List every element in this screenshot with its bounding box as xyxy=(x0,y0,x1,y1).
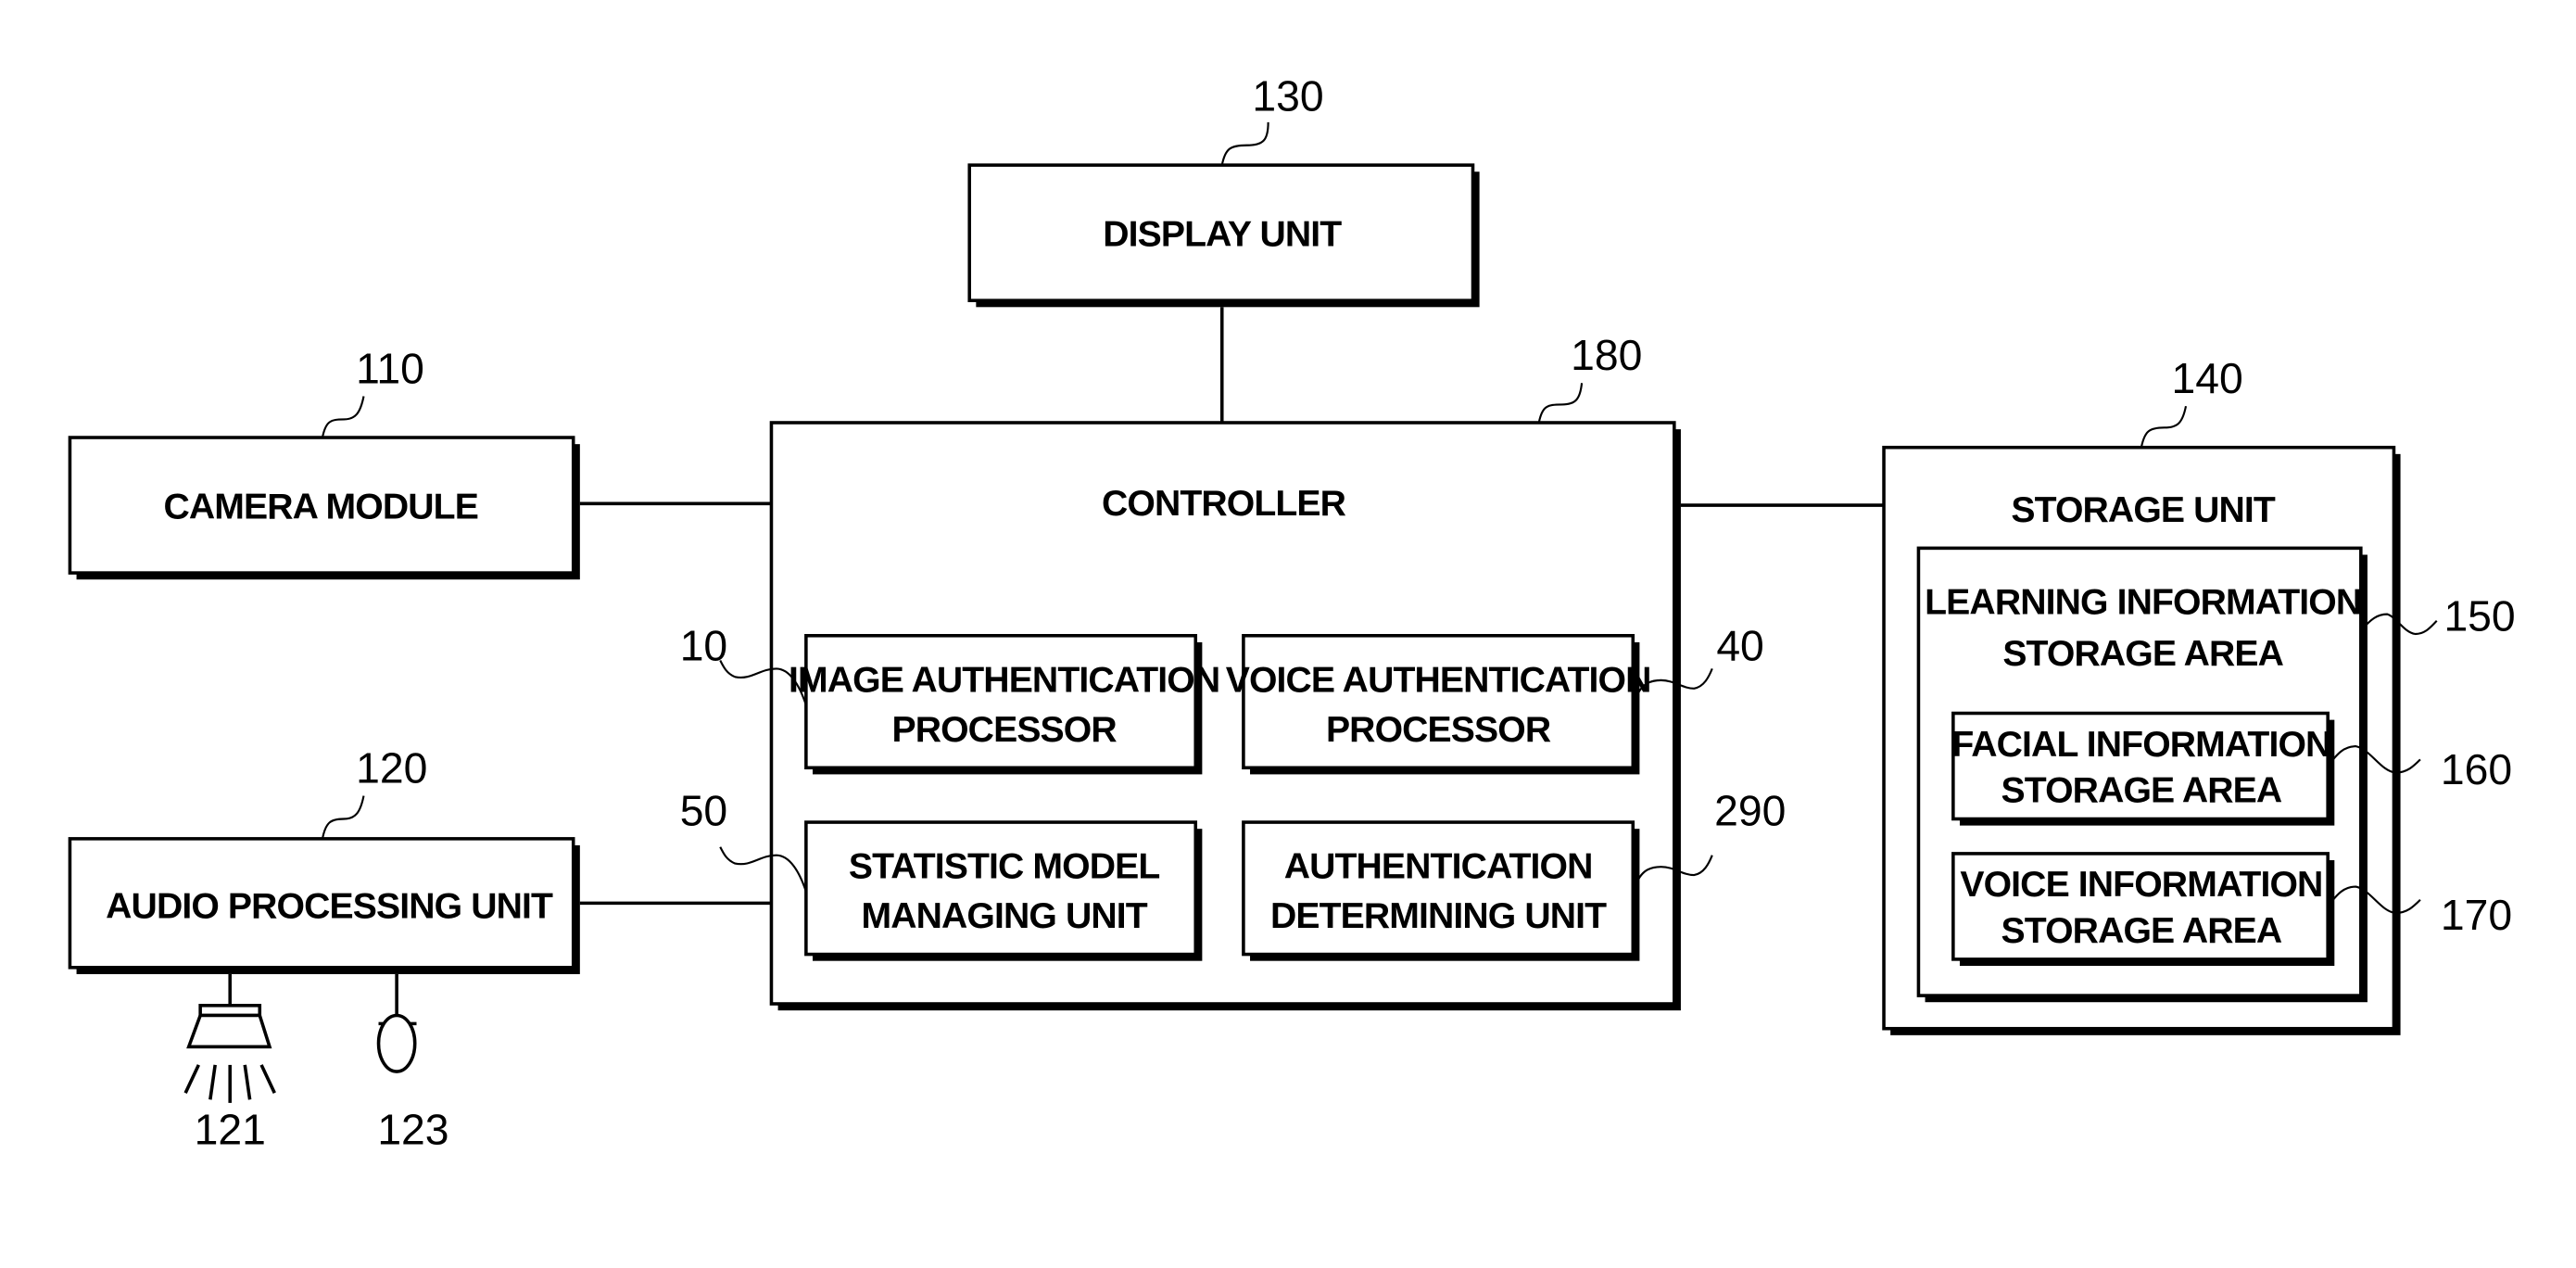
ref-160: 160 xyxy=(2441,745,2512,793)
display-unit-block: DISPLAY UNIT xyxy=(967,163,1480,308)
image-auth-line2: PROCESSOR xyxy=(891,710,1117,750)
voice-area-line1: VOICE INFORMATION xyxy=(1960,865,2322,905)
leader-180 xyxy=(1537,383,1584,424)
ref-130: 130 xyxy=(1252,71,1323,120)
audio-processing-unit-label: AUDIO PROCESSING UNIT xyxy=(106,886,553,926)
image-authentication-processor-block: IMAGE AUTHENTICATION PROCESSOR xyxy=(789,634,1220,775)
ref-150: 150 xyxy=(2443,591,2515,640)
block-diagram: DISPLAY UNIT 130 CAMERA MODULE 110 AUDIO… xyxy=(68,71,2516,1153)
ref-10: 10 xyxy=(680,622,728,670)
controller-label: CONTROLLER xyxy=(1102,484,1346,524)
ref-170: 170 xyxy=(2441,891,2512,939)
statistic-model-line1: STATISTIC MODEL xyxy=(849,847,1160,887)
image-auth-line1: IMAGE AUTHENTICATION xyxy=(789,660,1219,700)
storage-unit-label: STORAGE UNIT xyxy=(2011,490,2276,530)
auth-determining-line1: AUTHENTICATION xyxy=(1284,847,1593,887)
voice-authentication-processor-block: VOICE AUTHENTICATION PROCESSOR xyxy=(1226,634,1651,775)
voice-auth-line2: PROCESSOR xyxy=(1326,710,1551,750)
authentication-determining-unit-block: AUTHENTICATION DETERMINING UNIT xyxy=(1242,820,1640,961)
leader-130 xyxy=(1220,121,1269,166)
facial-area-line1: FACIAL INFORMATION xyxy=(1951,725,2330,765)
camera-module-block: CAMERA MODULE xyxy=(68,436,580,580)
learning-area-line1: LEARNING INFORMATION xyxy=(1925,583,2361,623)
display-unit-label: DISPLAY UNIT xyxy=(1103,214,1342,254)
ref-40: 40 xyxy=(1716,622,1764,670)
facial-information-storage-area-block: FACIAL INFORMATION STORAGE AREA xyxy=(1951,711,2335,826)
voice-area-line2: STORAGE AREA xyxy=(2001,911,2282,951)
ref-180: 180 xyxy=(1571,331,1642,379)
speaker-icon xyxy=(183,973,276,1103)
auth-determining-line2: DETERMINING UNIT xyxy=(1270,896,1607,936)
ref-123: 123 xyxy=(377,1105,448,1153)
camera-module-label: CAMERA MODULE xyxy=(163,487,478,526)
ref-140: 140 xyxy=(2172,354,2243,402)
ref-120: 120 xyxy=(356,743,427,792)
leader-140 xyxy=(2140,405,2188,448)
ref-121: 121 xyxy=(195,1105,266,1153)
facial-area-line2: STORAGE AREA xyxy=(2001,771,2282,811)
ref-110: 110 xyxy=(356,344,424,392)
voice-auth-line1: VOICE AUTHENTICATION xyxy=(1226,660,1651,700)
statistic-model-managing-unit-block: STATISTIC MODEL MANAGING UNIT xyxy=(804,820,1203,961)
voice-information-storage-area-block: VOICE INFORMATION STORAGE AREA xyxy=(1951,852,2335,967)
audio-processing-unit-block: AUDIO PROCESSING UNIT xyxy=(68,837,580,974)
learning-area-line2: STORAGE AREA xyxy=(2002,634,2283,674)
ref-50: 50 xyxy=(680,787,728,835)
microphone-icon xyxy=(376,973,417,1073)
leader-120 xyxy=(321,795,365,840)
ref-290: 290 xyxy=(1714,787,1786,835)
statistic-model-line2: MANAGING UNIT xyxy=(861,896,1147,936)
leader-110 xyxy=(321,396,365,438)
